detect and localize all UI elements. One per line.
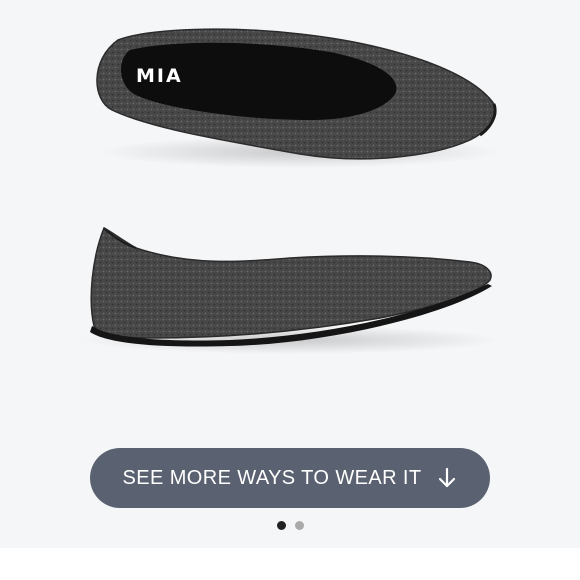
carousel-indicators: [0, 521, 580, 535]
product-image: MIA: [80, 28, 500, 354]
arrow-down-icon: [439, 467, 456, 488]
product-image-area: MIA SEE MORE WAYS TO WEAR IT: [0, 0, 580, 548]
brand-logo: MIA: [136, 65, 183, 87]
carousel-dot-2[interactable]: [294, 521, 304, 530]
see-more-ways-button[interactable]: SEE MORE WAYS TO WEAR IT: [90, 448, 490, 508]
side-view-flat: [80, 226, 500, 354]
carousel-dot-1[interactable]: [276, 521, 286, 530]
top-view-flat: MIA: [96, 28, 500, 168]
see-more-ways-label: SEE MORE WAYS TO WEAR IT: [122, 466, 422, 489]
product-page: MIA SEE MORE WAYS TO WEAR IT: [0, 0, 580, 580]
